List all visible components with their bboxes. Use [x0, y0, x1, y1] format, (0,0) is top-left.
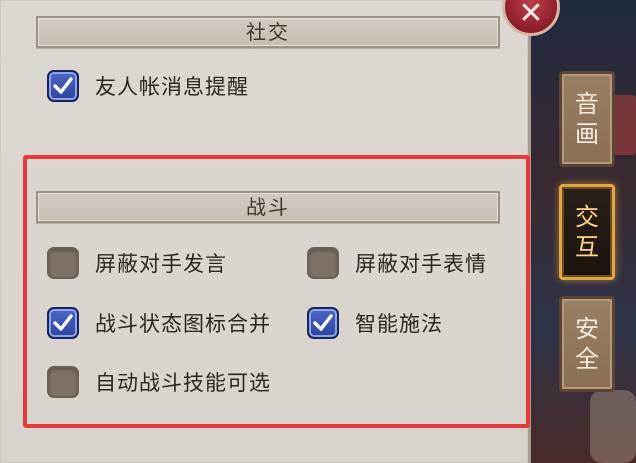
- option-label: 屏蔽对手发言: [95, 252, 227, 276]
- checkbox[interactable]: [307, 247, 339, 279]
- option-block-opponent-chat[interactable]: 屏蔽对手发言: [47, 247, 227, 279]
- tab-label-line2: 互: [575, 233, 599, 261]
- option-smart-cast[interactable]: 智能施法: [307, 307, 443, 339]
- section-header-battle: 战斗: [36, 191, 500, 223]
- checkbox[interactable]: [47, 247, 79, 279]
- checkbox[interactable]: [307, 307, 339, 339]
- checkmark-icon: [53, 77, 73, 94]
- close-x-icon: ✕: [518, 0, 544, 31]
- settings-panel: 社交 友人帐消息提醒 战斗 屏蔽对手发言 屏蔽对手表情 战斗状态图标合并 智能施…: [0, 0, 531, 463]
- tab-label-line1: 安: [575, 315, 599, 343]
- tab-label-line1: 音: [575, 90, 599, 118]
- checkbox[interactable]: [47, 307, 79, 339]
- tab-label-line1: 交: [575, 203, 599, 231]
- tab-security[interactable]: 安 全: [559, 296, 615, 392]
- tab-audio-visual[interactable]: 音 画: [559, 71, 615, 167]
- background-decoration: [590, 390, 636, 463]
- option-label: 自动战斗技能可选: [95, 371, 271, 395]
- option-label: 友人帐消息提醒: [95, 75, 249, 99]
- tab-label-line2: 画: [575, 120, 599, 148]
- checkbox[interactable]: [47, 366, 79, 398]
- section-title: 社交: [246, 20, 290, 44]
- option-label: 屏蔽对手表情: [355, 252, 487, 276]
- checkmark-icon: [313, 314, 333, 331]
- option-label: 智能施法: [355, 312, 443, 336]
- section-title: 战斗: [246, 195, 290, 219]
- tab-label-line2: 全: [575, 345, 599, 373]
- checkmark-icon: [53, 314, 73, 331]
- section-header-social: 社交: [36, 16, 500, 48]
- option-auto-battle-skill-select[interactable]: 自动战斗技能可选: [47, 366, 271, 398]
- option-merge-status-icons[interactable]: 战斗状态图标合并: [47, 307, 271, 339]
- tab-interaction[interactable]: 交 互: [559, 184, 615, 280]
- checkbox[interactable]: [47, 70, 79, 102]
- option-block-opponent-emotes[interactable]: 屏蔽对手表情: [307, 247, 487, 279]
- option-friend-message-reminder[interactable]: 友人帐消息提醒: [47, 70, 249, 102]
- option-label: 战斗状态图标合并: [95, 312, 271, 336]
